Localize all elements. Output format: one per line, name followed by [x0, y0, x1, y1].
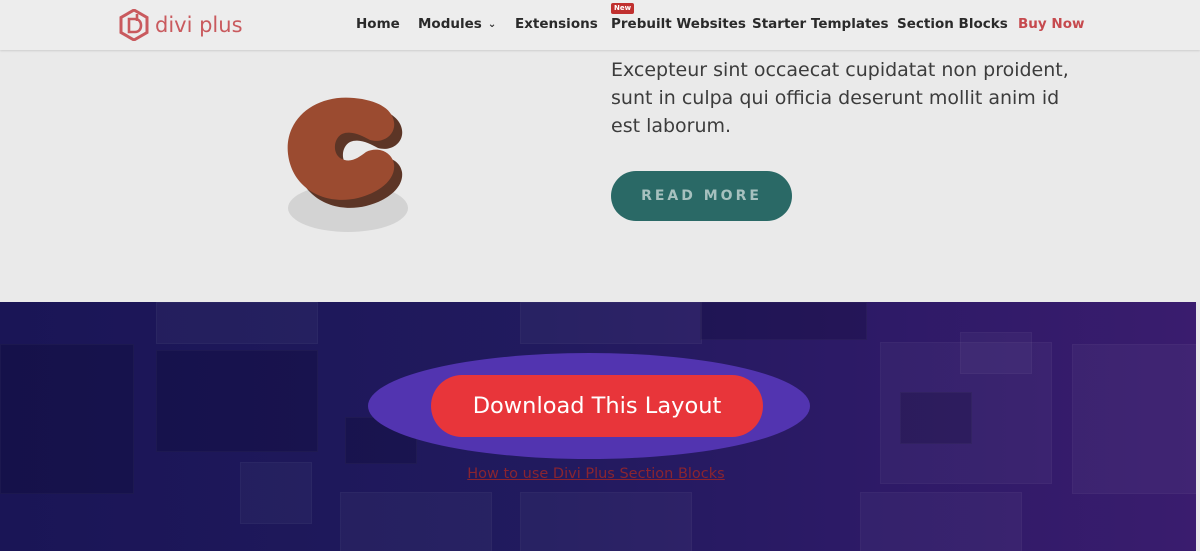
nav-prebuilt-websites[interactable]: Prebuilt Websites: [611, 16, 746, 32]
chevron-down-icon: ⌄: [487, 19, 497, 30]
nav-starter-templates[interactable]: Starter Templates: [752, 16, 889, 32]
how-to-use-link[interactable]: How to use Divi Plus Section Blocks: [0, 466, 1192, 482]
bg-mockup-tile: [520, 492, 692, 551]
body-paragraph: Excepteur sint occaecat cupidatat non pr…: [611, 59, 1069, 137]
bg-mockup-tile: [340, 492, 492, 551]
site-logo[interactable]: divi plus: [119, 9, 243, 41]
download-cta-section: Download This Layout How to use Divi Plu…: [0, 302, 1200, 551]
nav-modules[interactable]: Modules ⌄: [418, 16, 496, 32]
nav-modules-label: Modules: [418, 16, 482, 32]
bg-mockup-tile: [860, 492, 1022, 551]
bg-mockup-tile: [900, 392, 972, 444]
site-header: divi plus Home Modules ⌄ Extensions New P…: [0, 0, 1200, 50]
bg-mockup-tile: [700, 302, 867, 340]
nav-section-blocks[interactable]: Section Blocks: [897, 16, 1008, 32]
nav-home[interactable]: Home: [356, 16, 400, 32]
nav-extensions[interactable]: Extensions: [515, 16, 598, 32]
new-badge: New: [611, 3, 635, 14]
logo-text: divi plus: [155, 13, 243, 37]
nav-buy-now[interactable]: Buy Now: [1018, 16, 1084, 32]
read-more-button[interactable]: READ MORE: [611, 171, 792, 221]
bg-mockup-tile: [156, 302, 318, 344]
bg-mockup-tile: [520, 302, 702, 344]
bg-mockup-tile: [156, 350, 318, 452]
divi-plus-logo-icon: [119, 9, 149, 41]
3d-c-shape-icon: [287, 97, 408, 232]
page-edge: [1196, 302, 1200, 551]
download-layout-button[interactable]: Download This Layout: [431, 375, 763, 437]
bg-mockup-tile: [960, 332, 1032, 374]
